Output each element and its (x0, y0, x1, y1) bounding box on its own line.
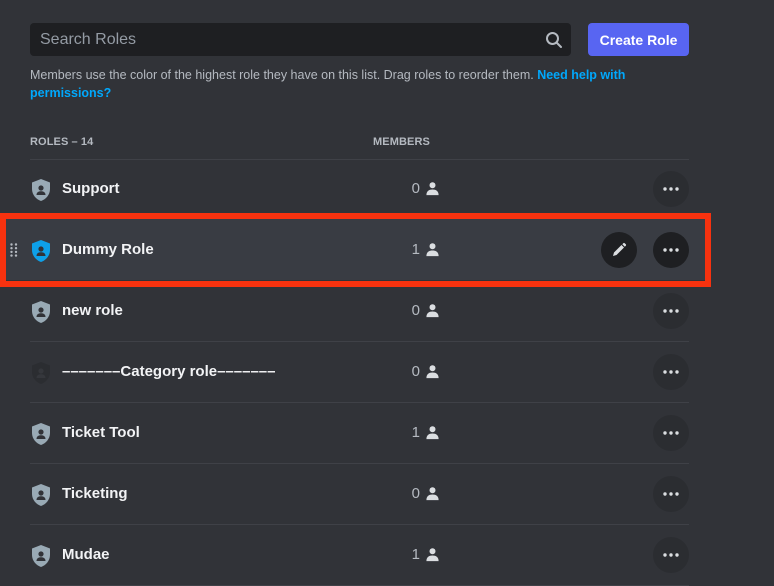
member-icon (426, 426, 439, 440)
member-icon (426, 548, 439, 562)
role-member-count[interactable]: 0 (390, 180, 440, 197)
more-options-button[interactable] (653, 171, 689, 207)
role-row[interactable]: new role 0 (30, 281, 689, 342)
role-row[interactable]: Support 0 (30, 159, 689, 220)
member-icon (426, 304, 439, 318)
role-member-count[interactable]: 1 (390, 241, 440, 258)
search-input[interactable] (30, 30, 543, 49)
role-member-count[interactable]: 0 (390, 302, 440, 319)
create-role-button[interactable]: Create Role (588, 23, 689, 56)
role-shield-icon (32, 179, 50, 201)
role-shield-icon (32, 240, 50, 262)
more-options-button[interactable] (653, 476, 689, 512)
role-member-count[interactable]: 0 (390, 363, 440, 380)
more-options-button[interactable] (653, 293, 689, 329)
more-options-button[interactable] (653, 354, 689, 390)
role-row[interactable]: Ticket Tool 1 (30, 403, 689, 464)
role-name[interactable]: new role (62, 302, 123, 319)
search-icon (543, 29, 565, 51)
more-options-button[interactable] (653, 415, 689, 451)
role-row[interactable]: Ticketing 0 (30, 464, 689, 525)
more-dots-icon (663, 187, 679, 191)
role-shield-icon (32, 301, 50, 323)
role-row[interactable]: Dummy Role 1 (30, 220, 689, 281)
role-member-count[interactable]: 0 (390, 485, 440, 502)
member-icon (426, 365, 439, 379)
member-count: 0 (411, 180, 420, 197)
role-name[interactable]: Mudae (62, 546, 110, 563)
more-dots-icon (663, 248, 679, 252)
member-count: 1 (411, 241, 420, 258)
search-roles-field[interactable] (30, 23, 571, 56)
roles-hint: Members use the color of the highest rol… (30, 66, 680, 102)
edit-role-button[interactable] (601, 232, 637, 268)
member-icon (426, 182, 439, 196)
member-count: 0 (411, 363, 420, 380)
role-shield-icon (32, 545, 50, 567)
role-name[interactable]: –––––––Category role––––––– (62, 363, 276, 380)
pencil-icon (613, 242, 627, 256)
role-shield-icon (32, 484, 50, 506)
more-dots-icon (663, 492, 679, 496)
more-dots-icon (663, 553, 679, 557)
member-count: 0 (411, 485, 420, 502)
roles-column-header: ROLES – 14 (30, 136, 94, 148)
drag-handle-icon[interactable] (10, 243, 18, 257)
role-shield-icon (32, 423, 50, 445)
more-options-button[interactable] (653, 232, 689, 268)
members-column-header: MEMBERS (373, 136, 430, 148)
role-member-count[interactable]: 1 (390, 546, 440, 563)
role-name[interactable]: Ticketing (62, 485, 128, 502)
role-shield-icon (32, 362, 50, 384)
hint-text: Members use the color of the highest rol… (30, 68, 538, 82)
member-count: 1 (411, 546, 420, 563)
role-name[interactable]: Ticket Tool (62, 424, 140, 441)
role-name[interactable]: Dummy Role (62, 241, 154, 258)
more-options-button[interactable] (653, 537, 689, 573)
role-row[interactable]: –––––––Category role––––––– 0 (30, 342, 689, 403)
member-icon (426, 243, 439, 257)
member-icon (426, 487, 439, 501)
more-dots-icon (663, 370, 679, 374)
more-dots-icon (663, 431, 679, 435)
member-count: 1 (411, 424, 420, 441)
role-name[interactable]: Support (62, 180, 120, 197)
member-count: 0 (411, 302, 420, 319)
more-dots-icon (663, 309, 679, 313)
role-member-count[interactable]: 1 (390, 424, 440, 441)
